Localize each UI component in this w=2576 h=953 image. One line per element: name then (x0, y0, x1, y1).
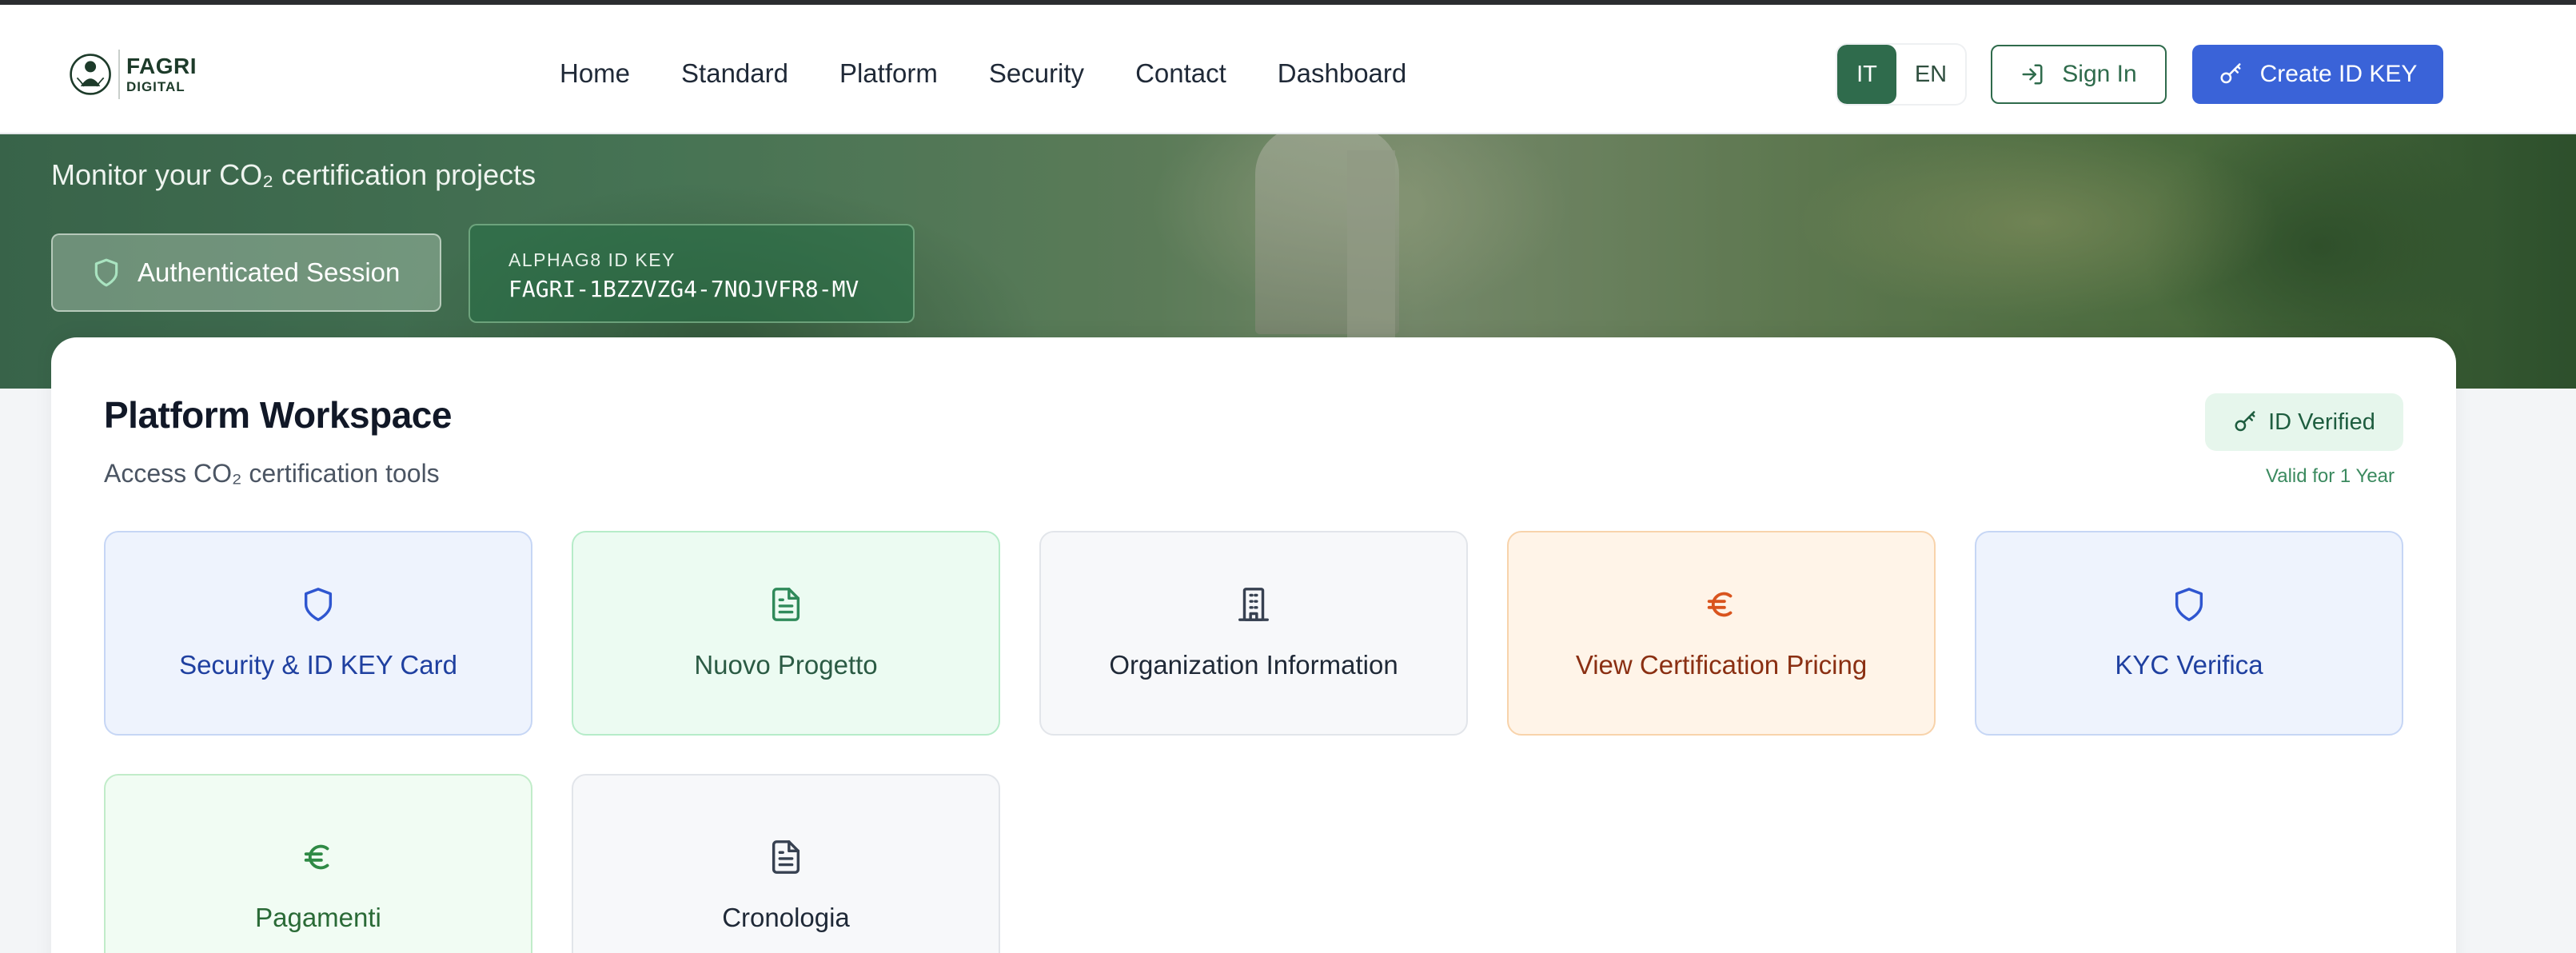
authenticated-session-badge: Authenticated Session (51, 233, 441, 312)
top-navigation-bar: FAGRI DIGITAL Home Standard Platform Sec… (0, 0, 2576, 134)
id-key-value: FAGRI-1BZZVZG4-7NOJVFR8-MV (508, 276, 859, 302)
id-verified-label: ID Verified (2268, 409, 2375, 435)
shield-icon (304, 588, 333, 621)
document-icon (772, 588, 800, 621)
tile-label: View Certification Pricing (1575, 650, 1868, 680)
page-subtitle: Access CO₂ certification tools (104, 459, 440, 488)
id-key-display: ALPHAG8 ID KEY FAGRI-1BZZVZG4-7NOJVFR8-M… (469, 224, 915, 323)
sign-in-label: Sign In (2062, 61, 2137, 87)
tile-label: KYC Verifica (2115, 650, 2263, 680)
validity-text: Valid for 1 Year (2266, 465, 2395, 487)
create-id-key-label: Create ID KEY (2259, 61, 2418, 87)
key-icon (2220, 63, 2241, 84)
id-key-label: ALPHAG8 ID KEY (508, 249, 676, 270)
shield-icon (2175, 588, 2203, 621)
page-title: Platform Workspace (104, 394, 452, 436)
nav-home[interactable]: Home (560, 58, 630, 89)
brand-wordmark: FAGRI DIGITAL (126, 55, 197, 94)
nav-dashboard[interactable]: Dashboard (1278, 58, 1406, 89)
tile-security-id-key-card[interactable]: Security & ID KEY Card (104, 531, 532, 736)
logo-emblem-icon (70, 54, 111, 95)
tile-label: Cronologia (722, 903, 850, 932)
shield-icon (94, 258, 118, 287)
create-id-key-button[interactable]: Create ID KEY (2192, 45, 2443, 104)
document-icon (772, 840, 800, 874)
tile-nuovo-progetto[interactable]: Nuovo Progetto (572, 531, 1000, 736)
language-switcher: IT EN (1837, 45, 1965, 104)
brand-line-2: DIGITAL (126, 79, 185, 94)
logo-divider (118, 50, 120, 99)
euro-icon (304, 844, 329, 870)
lang-it-button[interactable]: IT (1837, 45, 1896, 104)
sign-in-icon (2022, 64, 2043, 85)
nav-platform[interactable]: Platform (839, 58, 938, 89)
id-verified-badge: ID Verified (2205, 393, 2403, 451)
tile-label: Organization Information (1109, 650, 1398, 680)
tile-view-certification-pricing[interactable]: View Certification Pricing (1507, 531, 1936, 736)
nav-contact[interactable]: Contact (1135, 58, 1226, 89)
tile-label: Nuovo Progetto (694, 650, 878, 680)
tile-cronologia[interactable]: Cronologia (572, 774, 1000, 953)
session-label: Authenticated Session (138, 257, 401, 287)
tile-label: Pagamenti (255, 903, 381, 932)
tile-pagamenti[interactable]: Pagamenti (104, 774, 532, 953)
brand-logo[interactable]: FAGRI DIGITAL (69, 45, 197, 104)
main-nav: Home Standard Platform Security Contact … (560, 50, 1406, 98)
euro-icon (1707, 592, 1733, 617)
lang-en-button[interactable]: EN (1896, 45, 1965, 104)
brand-line-1: FAGRI (126, 54, 197, 78)
tile-label: Security & ID KEY Card (179, 650, 457, 680)
nav-standard[interactable]: Standard (681, 58, 788, 89)
sign-in-button[interactable]: Sign In (1991, 45, 2167, 104)
building-icon (1238, 588, 1269, 621)
nav-security[interactable]: Security (989, 58, 1084, 89)
key-icon (2235, 411, 2255, 432)
hero-subtitle: Monitor your CO₂ certification projects (51, 158, 536, 191)
tile-kyc-verifica[interactable]: KYC Verifica (1975, 531, 2403, 736)
tile-organization-information[interactable]: Organization Information (1039, 531, 1468, 736)
